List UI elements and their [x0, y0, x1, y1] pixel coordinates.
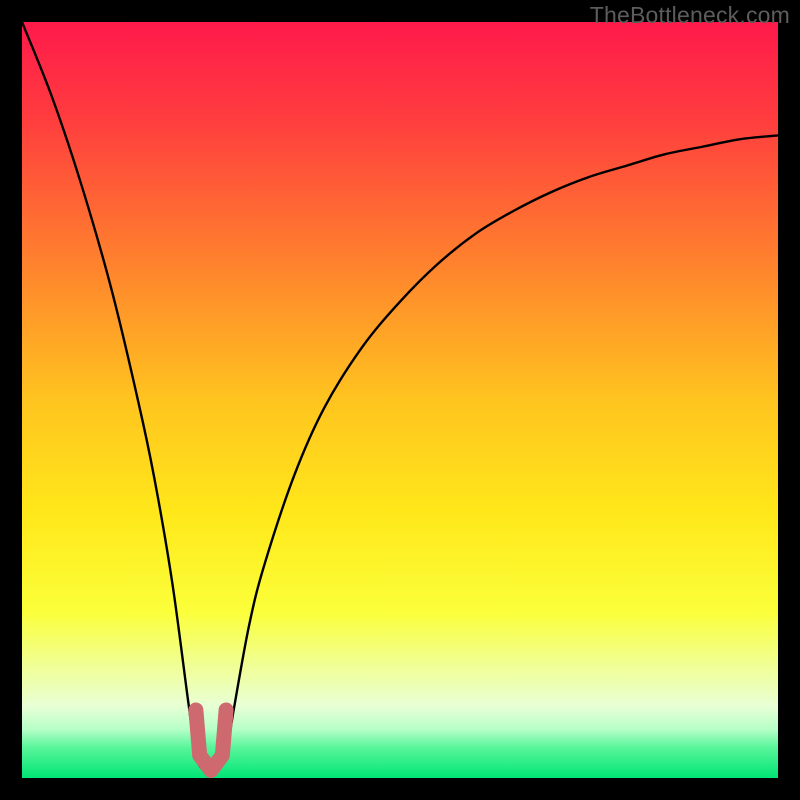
watermark-text: TheBottleneck.com	[590, 2, 790, 29]
curve-layer	[22, 22, 778, 778]
bottleneck-curve	[22, 22, 778, 774]
trough-marker	[196, 710, 226, 770]
plot-frame	[22, 22, 778, 778]
